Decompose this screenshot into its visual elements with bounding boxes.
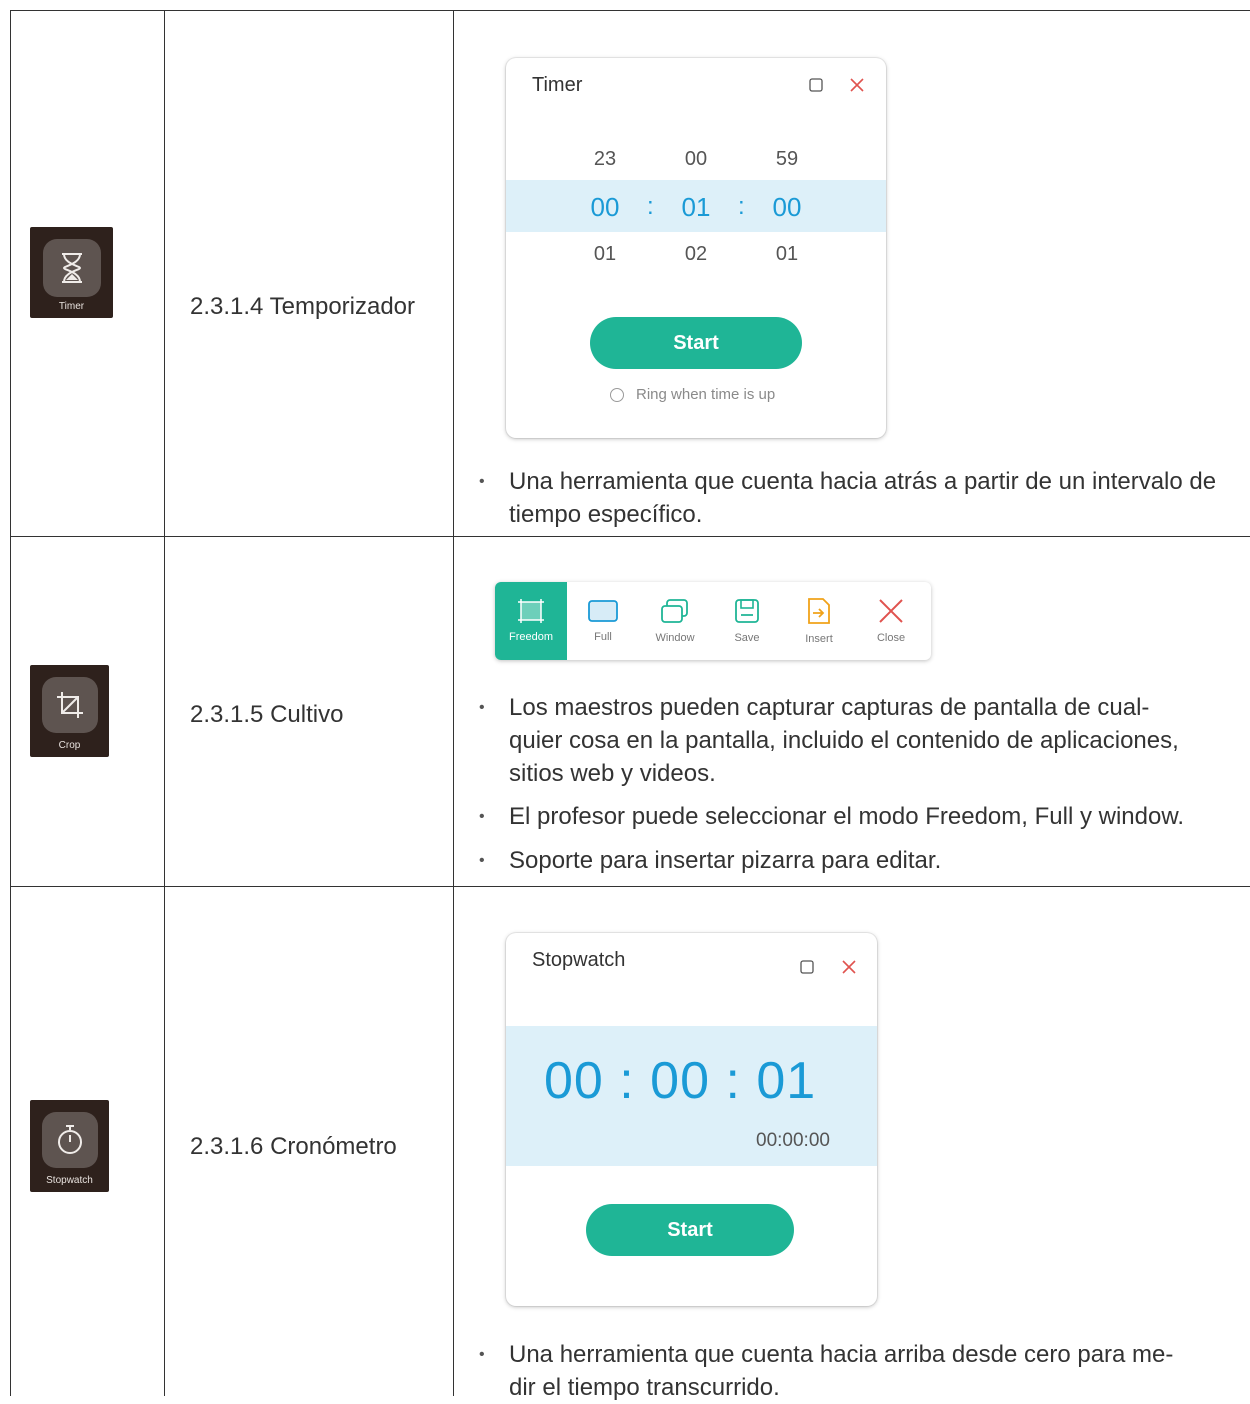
timer-start-button[interactable]: Start [590, 317, 802, 369]
picker-prev-seconds[interactable]: 59 [757, 148, 817, 171]
crop-close-button[interactable]: Close [855, 582, 927, 660]
save-icon [735, 599, 759, 623]
crop-freedom-button[interactable]: Freedom [495, 582, 567, 660]
ring-radio[interactable] [610, 387, 624, 402]
crop-bullet-1-line-1: Los maestros pueden capturar capturas de… [509, 694, 1150, 721]
ring-option[interactable]: Ring when time is up [610, 386, 775, 403]
close-icon[interactable] [842, 960, 856, 979]
timer-bullet-1-text: Una herramienta que cuenta hacia atrás a… [509, 468, 1217, 528]
picker-selected-hours[interactable]: 00 [575, 192, 635, 223]
freedom-select-icon [518, 599, 544, 623]
table-row-divider-1 [10, 536, 1250, 537]
stopwatch-lap-time: 00:00:00 [756, 1130, 830, 1151]
table-border-top [10, 10, 1250, 11]
timer-bullet-1: Una herramienta que cuenta hacia atrás a… [479, 465, 1249, 531]
stopwatch-bullet-1: Una herramienta que cuenta hacia arriba … [479, 1338, 1250, 1404]
maximize-icon[interactable] [800, 960, 814, 979]
picker-prev-minutes[interactable]: 00 [666, 148, 726, 171]
picker-next-hours[interactable]: 01 [575, 243, 635, 266]
timer-window: Timer 23 00 59 00 : 01 : 00 01 02 01 Sta… [506, 58, 886, 438]
crop-window-button[interactable]: Window [639, 582, 711, 660]
hourglass-icon [42, 239, 101, 297]
crop-bullet-1-line-2: quier cosa en la pantalla, incluido el c… [509, 727, 1179, 754]
crop-bullet-1: Los maestros pueden capturar capturas de… [479, 691, 1250, 790]
stopwatch-window: Stopwatch 00 : 00 : 01 00:00:00 Start [506, 933, 877, 1306]
picker-separator-1: : [647, 193, 654, 220]
feature-table: Timer 2.3.1.4 Temporizador Timer 23 00 5… [0, 0, 1250, 1401]
crop-icon [41, 677, 98, 733]
table-border-left [10, 10, 11, 1396]
timer-app-icon[interactable]: Timer [30, 227, 113, 318]
stopwatch-time: 00 : 00 : 01 [544, 1052, 817, 1110]
table-divider-col2 [453, 10, 454, 1396]
picker-prev-hours[interactable]: 23 [575, 148, 635, 171]
stopwatch-icon-caption: Stopwatch [46, 1175, 93, 1186]
close-icon [879, 599, 903, 623]
picker-next-minutes[interactable]: 02 [666, 243, 726, 266]
crop-insert-button[interactable]: Insert [783, 582, 855, 660]
insert-icon [808, 598, 830, 624]
crop-bullet-3: Soporte para insertar pizarra para edita… [479, 844, 1250, 877]
picker-separator-2: : [738, 193, 745, 220]
crop-window-label: Window [655, 632, 695, 644]
crop-app-icon[interactable]: Crop [30, 665, 109, 757]
table-divider-col1 [164, 10, 165, 1396]
timer-window-title: Timer [532, 74, 583, 96]
ring-label: Ring when time is up [636, 386, 776, 403]
crop-bullet-2-text: El profesor puede seleccionar el modo Fr… [509, 803, 1184, 830]
picker-selected-minutes[interactable]: 01 [666, 192, 726, 223]
crop-icon-caption: Crop [58, 740, 81, 751]
stopwatch-app-icon[interactable]: Stopwatch [30, 1100, 109, 1192]
crop-close-label: Close [876, 632, 906, 644]
timer-section-title: 2.3.1.4 Temporizador [190, 293, 416, 320]
full-screen-icon [588, 600, 618, 622]
crop-bullet-1-line-3: sitios web y videos. [509, 760, 716, 787]
close-icon[interactable] [850, 78, 864, 97]
stopwatch-start-button[interactable]: Start [586, 1204, 794, 1256]
crop-insert-label: Insert [805, 633, 833, 645]
crop-full-button[interactable]: Full [567, 582, 639, 660]
crop-bullet-2: El profesor puede seleccionar el modo Fr… [479, 800, 1250, 833]
timer-icon-caption: Timer [58, 301, 85, 312]
crop-bullet-3-text: Soporte para insertar pizarra para edita… [509, 847, 942, 874]
stopwatch-bullet-1-line-2: dir el tiempo transcurrido. [509, 1374, 780, 1401]
picker-selected-seconds[interactable]: 00 [757, 192, 817, 223]
stopwatch-window-title: Stopwatch [532, 949, 626, 971]
crop-save-button[interactable]: Save [711, 582, 783, 660]
crop-toolbar: Freedom Full Window Save Insert Close [495, 582, 931, 660]
crop-section-title: 2.3.1.5 Cultivo [190, 701, 344, 728]
stopwatch-section-title: 2.3.1.6 Cronómetro [190, 1133, 397, 1160]
crop-freedom-label: Freedom [508, 631, 554, 643]
picker-next-seconds[interactable]: 01 [757, 243, 817, 266]
maximize-icon[interactable] [809, 78, 823, 97]
stopwatch-bullet-1-line-1: Una herramienta que cuenta hacia arriba … [509, 1341, 1174, 1368]
window-icon [661, 599, 688, 623]
table-row-divider-2 [10, 886, 1250, 887]
crop-save-label: Save [734, 632, 760, 644]
crop-full-label: Full [594, 631, 612, 643]
stopwatch-icon [41, 1112, 98, 1168]
